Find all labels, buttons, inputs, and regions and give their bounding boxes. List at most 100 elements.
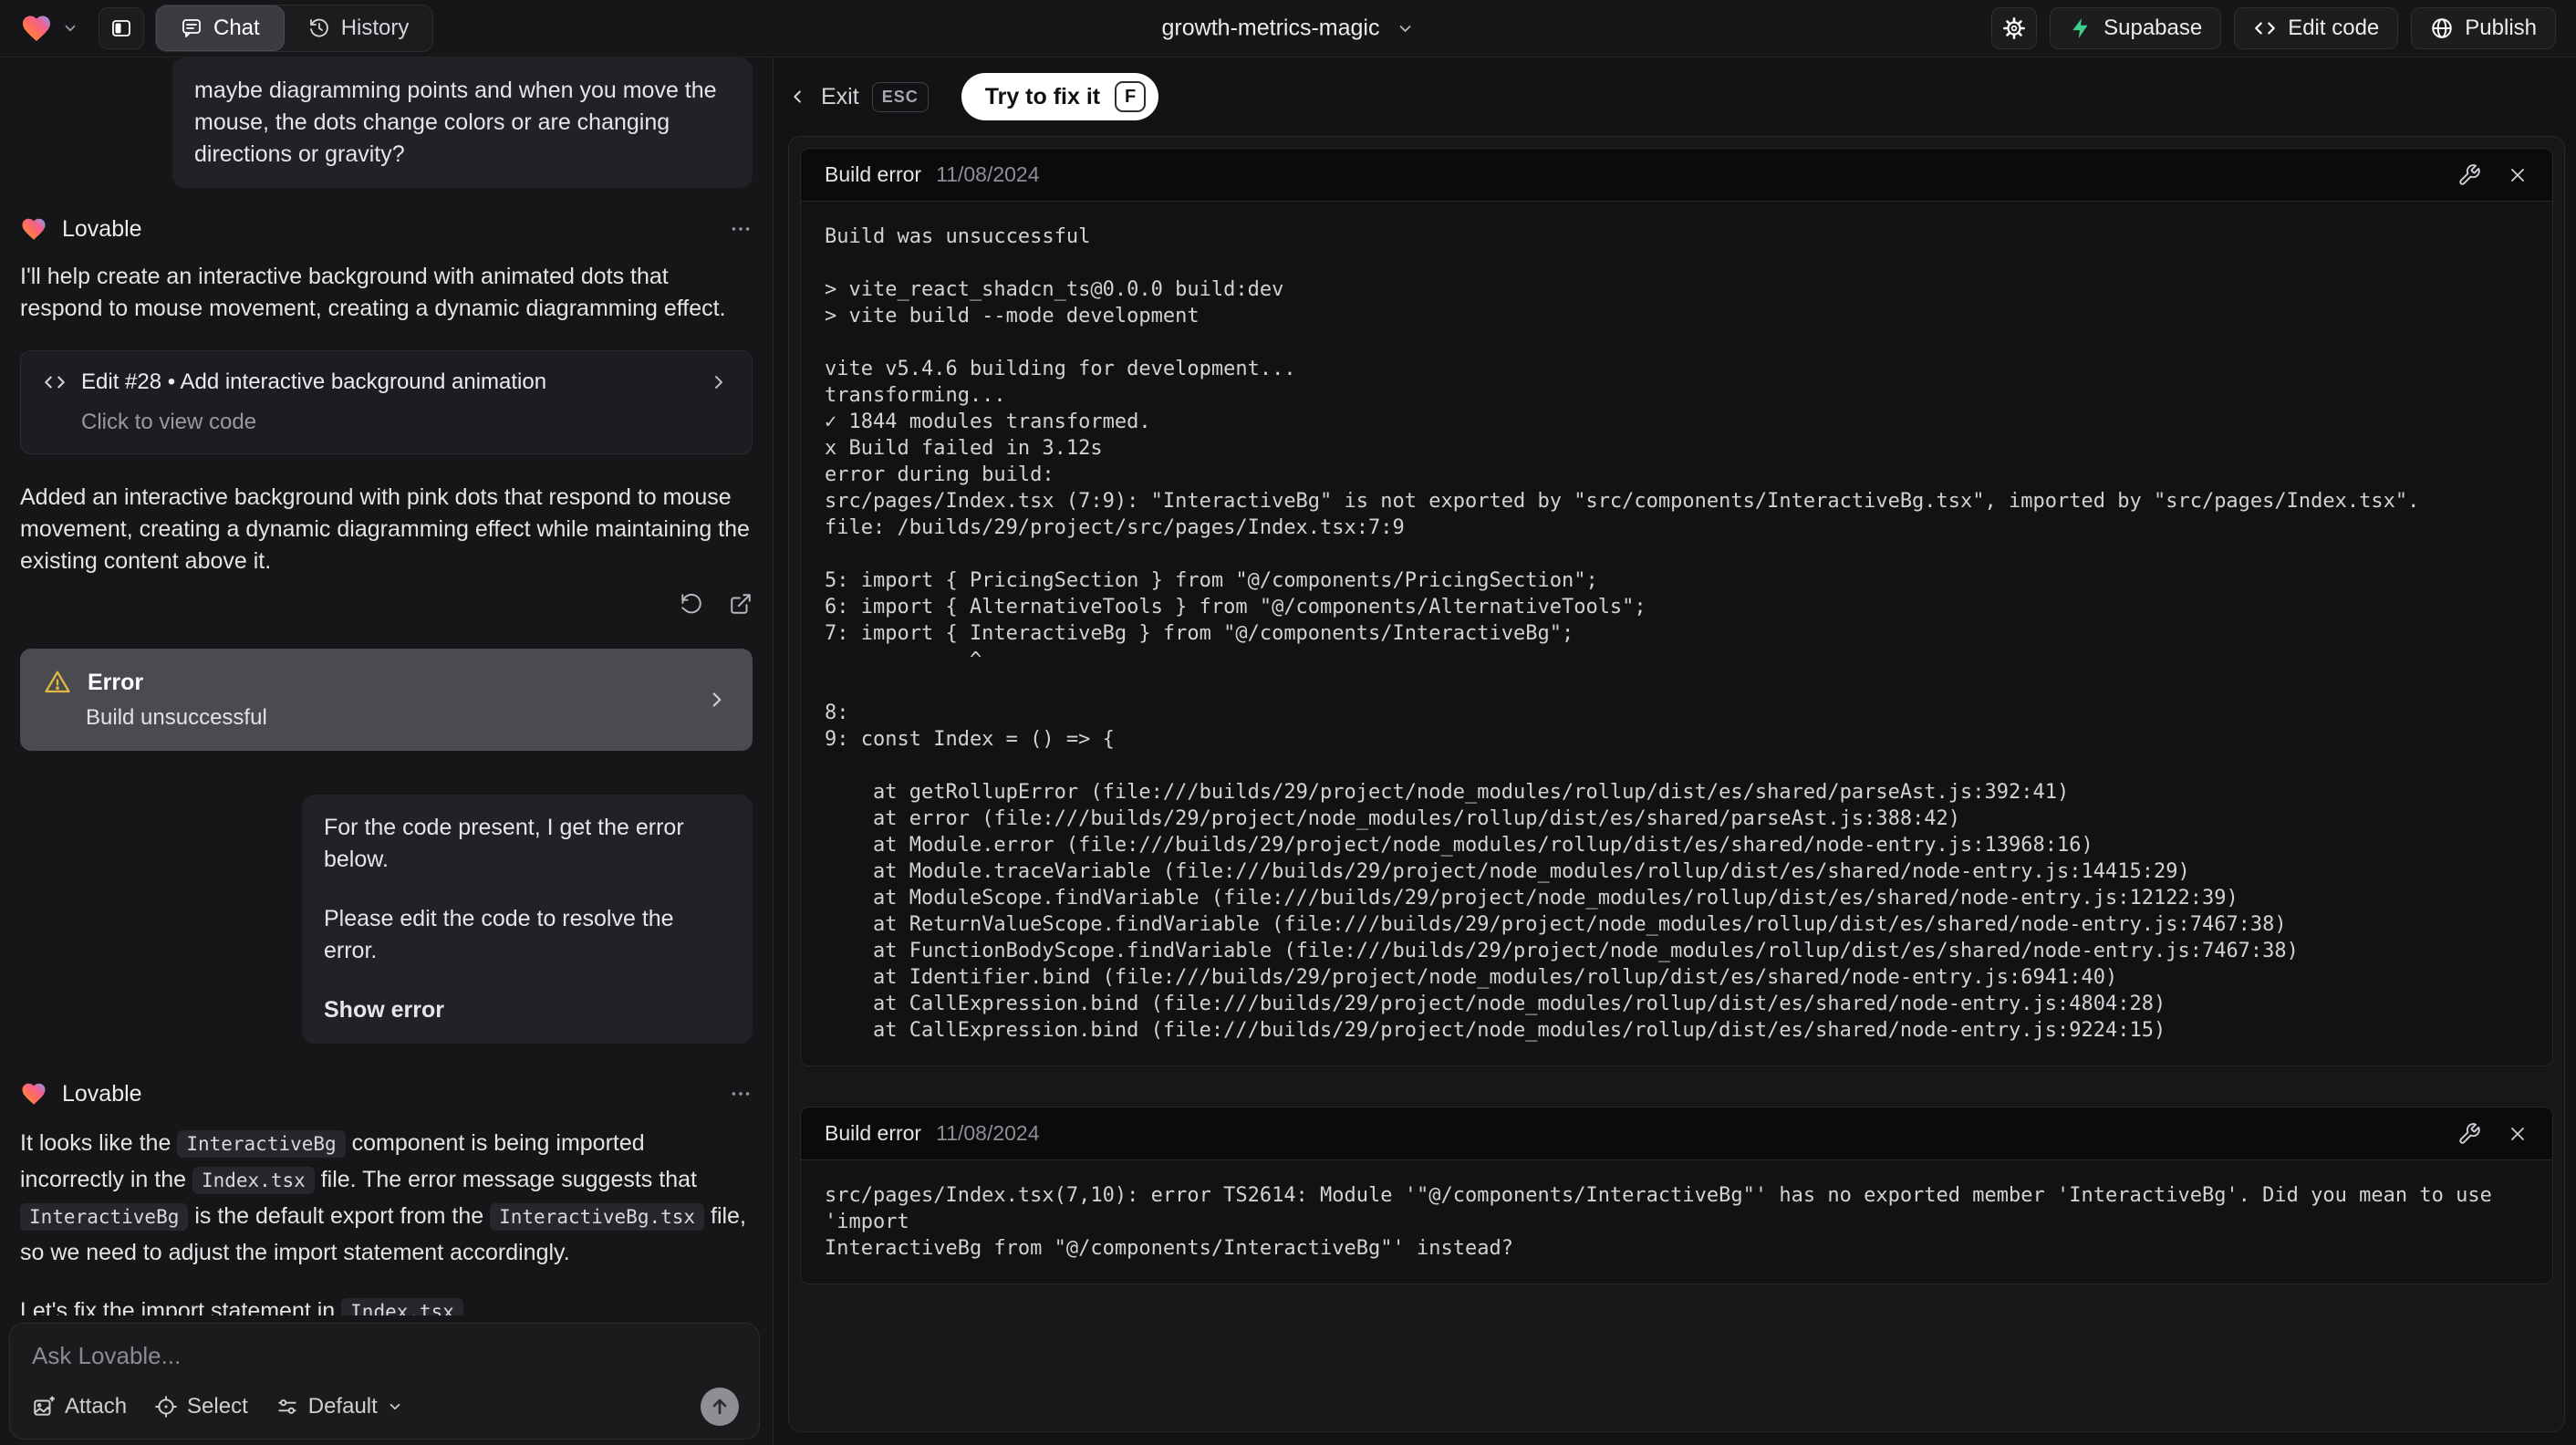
more-options-icon[interactable]: [729, 1082, 753, 1106]
build-error-panel-1: Build error 11/08/2024 Build was unsucce…: [800, 148, 2553, 1066]
user-message: maybe diagramming points and when you mo…: [172, 57, 753, 188]
chevron-down-icon: [62, 20, 78, 36]
gear-icon: [2002, 16, 2026, 40]
tab-history-label: History: [340, 16, 410, 40]
arrow-up-icon: [709, 1396, 731, 1418]
supabase-bolt-icon: [2069, 16, 2093, 40]
user-message: For the code present, I get the error be…: [302, 795, 753, 1044]
globe-icon: [2430, 16, 2454, 40]
chevron-right-icon: [708, 371, 730, 393]
mode-dropdown[interactable]: Default: [275, 1394, 403, 1419]
chat-panel: maybe diagramming points and when you mo…: [0, 57, 774, 1445]
inline-code: InteractiveBg: [20, 1203, 189, 1231]
tab-history[interactable]: History: [285, 5, 433, 51]
assistant-name: Lovable: [62, 215, 142, 242]
supabase-label: Supabase: [2103, 16, 2203, 40]
refresh-icon[interactable]: [680, 592, 703, 616]
open-external-icon[interactable]: [729, 592, 753, 616]
app-window: Chat History growth-metrics-magic Supaba…: [0, 0, 2576, 1445]
exit-label: Exit: [821, 83, 859, 109]
supabase-button[interactable]: Supabase: [2050, 7, 2222, 49]
inline-code: InteractiveBg: [177, 1130, 346, 1158]
assistant-message: Let's fix the import statement in Index.…: [20, 1294, 753, 1315]
more-options-icon[interactable]: [729, 217, 753, 241]
sliders-icon: [275, 1395, 299, 1419]
build-error-card[interactable]: Error Build unsuccessful: [20, 649, 753, 751]
edit-code-button[interactable]: Edit code: [2234, 7, 2399, 49]
wrench-icon[interactable]: [2457, 1122, 2481, 1146]
panel-title: Build error: [825, 162, 922, 186]
try-to-fix-label: Try to fix it: [984, 83, 1101, 109]
send-button[interactable]: [701, 1388, 739, 1426]
edit-card-28[interactable]: Edit #28 • Add interactive background an…: [20, 350, 753, 454]
error-panels-container: Build error 11/08/2024 Build was unsucce…: [788, 136, 2565, 1432]
edit-card-subtitle: Click to view code: [81, 410, 257, 434]
composer: Attach Select: [9, 1323, 760, 1440]
panel-date: 11/08/2024: [936, 162, 1040, 186]
assistant-message: I'll help create an interactive backgrou…: [20, 264, 726, 321]
attach-label: Attach: [65, 1394, 128, 1419]
lovable-heart-icon: [20, 12, 53, 45]
close-icon[interactable]: [2507, 164, 2529, 186]
exit-button[interactable]: Exit ESC: [788, 81, 929, 112]
wrench-icon[interactable]: [2457, 163, 2481, 187]
edit-card-title: Edit #28 • Add interactive background an…: [81, 369, 547, 394]
chevron-right-icon: [705, 688, 729, 712]
assistant-name: Lovable: [62, 1080, 142, 1107]
error-log[interactable]: src/pages/Index.tsx(7,10): error TS2614:…: [801, 1160, 2552, 1284]
assistant-header: Lovable: [20, 215, 753, 243]
error-card-subtitle: Build unsuccessful: [86, 705, 267, 730]
chevron-left-icon: [788, 87, 808, 107]
error-log[interactable]: Build was unsuccessful > vite_react_shad…: [801, 202, 2552, 1066]
target-select-icon: [154, 1395, 178, 1419]
inline-code: InteractiveBg.tsx: [490, 1203, 705, 1231]
chat-history-tabs: Chat History: [155, 5, 434, 52]
code-brackets-icon: [2253, 16, 2277, 40]
select-label: Select: [187, 1394, 248, 1419]
inline-code: Index.tsx: [192, 1167, 315, 1194]
inline-code: Index.tsx: [341, 1298, 463, 1315]
panel-date: 11/08/2024: [936, 1121, 1040, 1145]
try-to-fix-button[interactable]: Try to fix it F: [961, 73, 1159, 120]
chevron-down-icon: [1396, 19, 1414, 37]
warning-triangle-icon: [44, 669, 71, 696]
error-card-title: Error: [88, 669, 144, 695]
code-brackets-icon: [43, 370, 67, 394]
error-view-header: Exit ESC Try to fix it F: [788, 72, 2565, 121]
publish-button[interactable]: Publish: [2411, 7, 2556, 49]
panel-title: Build error: [825, 1121, 922, 1145]
close-icon[interactable]: [2507, 1123, 2529, 1145]
project-name: growth-metrics-magic: [1161, 15, 1380, 41]
publish-label: Publish: [2465, 16, 2537, 40]
assistant-header: Lovable: [20, 1080, 753, 1107]
lovable-logo-menu[interactable]: [20, 12, 78, 45]
chat-messages[interactable]: maybe diagramming points and when you mo…: [0, 57, 773, 1315]
show-error-link[interactable]: Show error: [324, 994, 731, 1026]
build-error-panel-2: Build error 11/08/2024 src/pages/Index.t…: [800, 1107, 2553, 1284]
esc-key-badge: ESC: [871, 81, 929, 112]
toggle-sidebar-button[interactable]: [99, 7, 144, 49]
lovable-heart-icon: [20, 1080, 47, 1107]
settings-button[interactable]: [1991, 7, 2038, 49]
error-log-text: Build was unsuccessful > vite_react_shad…: [825, 225, 2420, 1042]
mode-label: Default: [307, 1394, 378, 1419]
tab-chat-label: Chat: [213, 16, 260, 40]
topbar-actions: Supabase Edit code Publish: [1991, 7, 2556, 49]
attach-button[interactable]: Attach: [32, 1394, 127, 1419]
select-button[interactable]: Select: [154, 1394, 248, 1419]
f-key-badge: F: [1115, 81, 1147, 112]
attach-image-icon: [32, 1395, 56, 1419]
assistant-message: Added an interactive background with pin…: [20, 484, 750, 574]
sidebar-panel-icon: [110, 17, 132, 39]
edit-code-label: Edit code: [2288, 16, 2380, 40]
chat-input[interactable]: [32, 1342, 739, 1388]
error-log-text: src/pages/Index.tsx(7,10): error TS2614:…: [825, 1184, 2492, 1260]
project-switcher[interactable]: growth-metrics-magic: [1162, 16, 1415, 42]
message-actions: [20, 592, 753, 616]
chat-bubble-icon: [181, 17, 203, 39]
tab-chat[interactable]: Chat: [156, 5, 285, 51]
chevron-down-icon: [387, 1398, 403, 1415]
assistant-message: It looks like the InteractiveBg componen…: [20, 1130, 746, 1265]
history-clock-icon: [308, 17, 330, 39]
lovable-heart-icon: [20, 215, 47, 243]
